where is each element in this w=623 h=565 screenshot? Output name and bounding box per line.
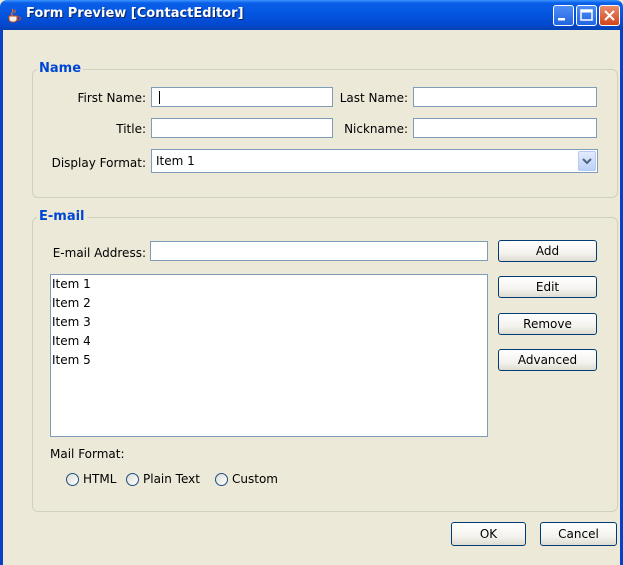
- email-address-label: E-mail Address:: [52, 246, 146, 260]
- first-name-label: First Name:: [77, 91, 146, 105]
- last-name-label: Last Name:: [339, 91, 408, 105]
- first-name-field[interactable]: [151, 87, 333, 107]
- email-list[interactable]: Item 1 Item 2 Item 3 Item 4 Item 5: [50, 274, 488, 437]
- java-cup-icon: [8, 8, 21, 23]
- window-title: Form Preview [ContactEditor]: [26, 6, 244, 21]
- maximize-button[interactable]: [576, 5, 597, 26]
- email-address-field[interactable]: [150, 241, 488, 261]
- dialog-window: Form Preview [ContactEditor] Name First …: [0, 0, 623, 565]
- radio-custom-label[interactable]: Custom: [232, 472, 278, 486]
- edit-button[interactable]: Edit: [498, 276, 597, 298]
- title-bar[interactable]: Form Preview [ContactEditor]: [0, 0, 623, 30]
- minimize-icon: [558, 18, 565, 21]
- mail-format-label: Mail Format:: [50, 447, 125, 461]
- add-button[interactable]: Add: [498, 240, 597, 262]
- ok-button[interactable]: OK: [451, 522, 526, 546]
- nickname-field[interactable]: [413, 118, 597, 138]
- close-icon: [604, 10, 615, 21]
- radio-plain-text-label[interactable]: Plain Text: [143, 472, 200, 486]
- title-field[interactable]: [151, 118, 333, 138]
- email-group-legend: E-mail: [37, 209, 87, 224]
- display-format-label: Display Format:: [51, 156, 146, 170]
- list-item[interactable]: Item 2: [51, 294, 487, 313]
- window-frame-left: [0, 30, 3, 565]
- maximize-icon: [580, 9, 593, 21]
- list-item[interactable]: Item 1: [51, 275, 487, 294]
- title-label: Title:: [116, 122, 146, 136]
- nickname-label: Nickname:: [344, 122, 408, 136]
- display-format-value: Item 1: [156, 154, 195, 168]
- radio-custom[interactable]: [215, 473, 228, 486]
- cancel-button[interactable]: Cancel: [540, 522, 617, 546]
- chevron-down-icon: [582, 158, 592, 165]
- remove-button[interactable]: Remove: [498, 313, 597, 335]
- list-item[interactable]: Item 3: [51, 313, 487, 332]
- list-item[interactable]: Item 4: [51, 332, 487, 351]
- radio-plain-text[interactable]: [126, 473, 139, 486]
- close-button[interactable]: [599, 5, 620, 26]
- minimize-button[interactable]: [553, 5, 574, 26]
- list-item[interactable]: Item 5: [51, 351, 487, 370]
- advanced-button[interactable]: Advanced: [498, 349, 597, 371]
- radio-html[interactable]: [66, 473, 79, 486]
- text-caret: [159, 91, 160, 104]
- display-format-dropdown-button[interactable]: [578, 151, 596, 171]
- display-format-combo[interactable]: Item 1: [151, 149, 598, 173]
- name-group-legend: Name: [37, 61, 84, 76]
- last-name-field[interactable]: [413, 87, 597, 107]
- radio-html-label[interactable]: HTML: [83, 472, 116, 486]
